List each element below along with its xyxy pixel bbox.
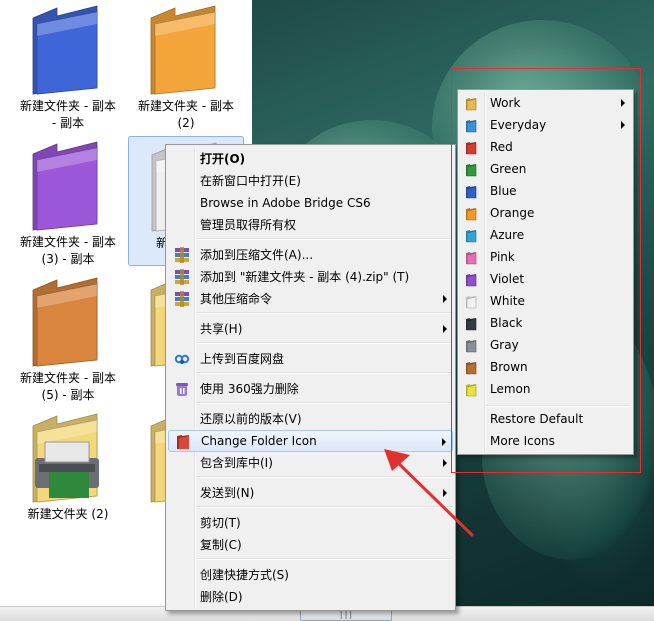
menu-separator [196, 372, 453, 374]
folder-item[interactable]: 新建文件夹 - 副本 (2) [128, 0, 244, 130]
menu-item-label: 发送到(N) [200, 486, 255, 500]
menu-item-10[interactable]: 使用 360强力删除 [168, 378, 453, 400]
menu-item-2[interactable]: 在新窗口中打开(E) [168, 170, 453, 192]
folder-icon [27, 276, 107, 368]
annotation-arrow [384, 449, 474, 537]
menu-item-label: 添加到压缩文件(A)... [200, 248, 314, 262]
menu-item-label: 上传到百度网盘 [200, 352, 285, 366]
menu-separator [196, 402, 453, 404]
menu-item-label: Browse in Adobe Bridge CS6 [200, 196, 371, 210]
folder-item[interactable]: 新建文件夹 - 副本 (5) - 副本 [10, 272, 126, 402]
menu-item-17[interactable]: 创建快捷方式(S) [168, 564, 453, 586]
menu-item-label: Change Folder Icon [201, 434, 317, 448]
folder-item[interactable]: 新建文件夹 - 副本 (3) - 副本 [10, 136, 126, 266]
menu-item-3[interactable]: Browse in Adobe Bridge CS6 [168, 192, 453, 214]
folder-icon [145, 4, 225, 96]
menu-item-11[interactable]: 还原以前的版本(V) [168, 408, 453, 430]
menu-item-label: 在新窗口中打开(E) [200, 174, 301, 188]
folder-item[interactable]: 新建文件夹 - 副本 - 副本 [10, 0, 126, 130]
360-delete-icon [174, 381, 190, 397]
folder-name: 新建文件夹 - 副本 (5) - 副本 [20, 371, 116, 402]
menu-separator [196, 238, 453, 240]
annotation-highlight-box [451, 68, 641, 473]
folder-item[interactable]: 新建文件夹 (2) [10, 408, 126, 538]
folder-colorizer-icon [175, 434, 191, 450]
menu-item-label: 添加到 "新建文件夹 - 副本 (4).zip" (T) [200, 270, 410, 284]
folder-icon [27, 412, 107, 504]
menu-item-9[interactable]: 上传到百度网盘 [168, 348, 453, 370]
submenu-arrow-icon [443, 295, 447, 303]
menu-item-label: 创建快捷方式(S) [200, 568, 289, 582]
menu-item-label: 还原以前的版本(V) [200, 412, 302, 426]
menu-item-5[interactable]: 添加到压缩文件(A)... [168, 244, 453, 266]
folder-name: 新建文件夹 - 副本 (2) [138, 99, 234, 130]
menu-separator [196, 312, 453, 314]
folder-name: 新建文件夹 - 副本 (3) - 副本 [20, 235, 116, 266]
baidu-cloud-icon [174, 351, 190, 367]
menu-item-label: 包含到库中(I) [200, 456, 273, 470]
menu-item-1[interactable]: 打开(O) [168, 148, 453, 170]
menu-item-18[interactable]: 删除(D) [168, 586, 453, 608]
submenu-arrow-icon [443, 325, 447, 333]
folder-icon [27, 140, 107, 232]
folder-icon [27, 4, 107, 96]
menu-item-label: 使用 360强力删除 [200, 382, 299, 396]
menu-item-label: 管理员取得所有权 [200, 218, 297, 232]
folder-name: 新建文件夹 - 副本 - 副本 [20, 99, 116, 130]
menu-separator [196, 558, 453, 560]
menu-item-label: 删除(D) [200, 590, 243, 604]
menu-item-label: 其他压缩命令 [200, 292, 273, 306]
menu-item-label: 剪切(T) [200, 516, 241, 530]
winrar-icon [174, 247, 190, 263]
menu-item-label: 共享(H) [200, 322, 243, 336]
folder-name: 新建文件夹 (2) [27, 507, 109, 521]
menu-item-7[interactable]: 其他压缩命令 [168, 288, 453, 310]
menu-item-label: 打开(O) [200, 152, 246, 166]
menu-item-8[interactable]: 共享(H) [168, 318, 453, 340]
winrar-icon [174, 291, 190, 307]
menu-item-6[interactable]: 添加到 "新建文件夹 - 副本 (4).zip" (T) [168, 266, 453, 288]
winrar-icon [174, 269, 190, 285]
menu-separator [196, 342, 453, 344]
menu-item-label: 复制(C) [200, 538, 242, 552]
menu-item-4[interactable]: 管理员取得所有权 [168, 214, 453, 236]
